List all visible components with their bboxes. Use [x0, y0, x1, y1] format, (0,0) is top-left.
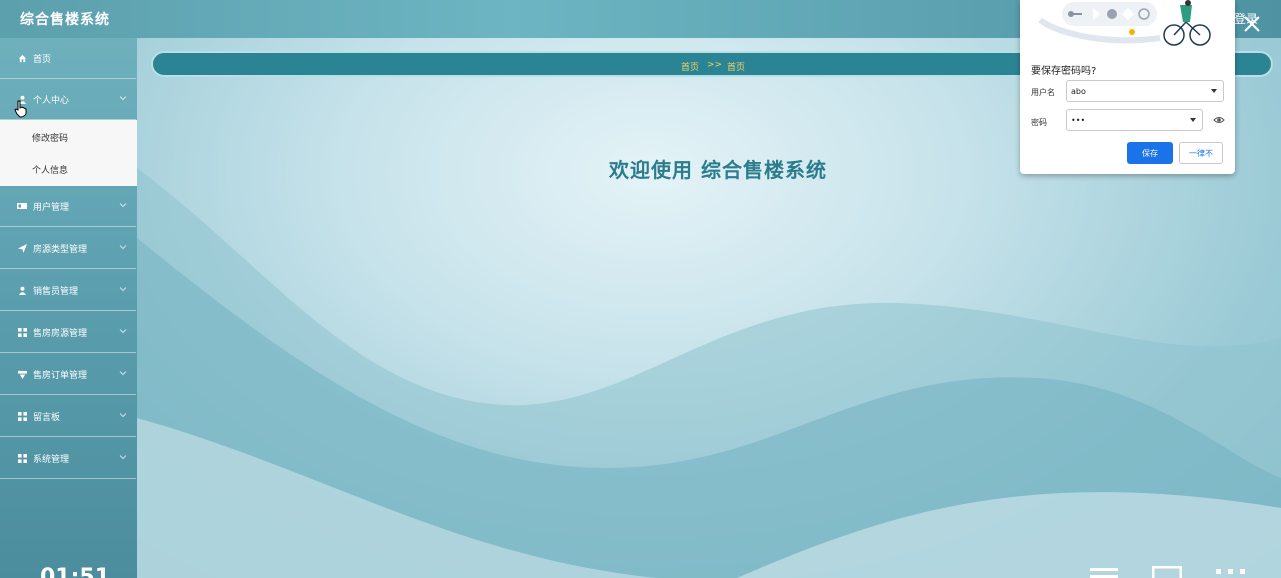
chevron-down-icon: [119, 203, 127, 208]
grid-icon: [17, 453, 27, 463]
eye-icon[interactable]: [1213, 115, 1225, 125]
breadcrumb-current: 首页: [727, 63, 746, 73]
sidebar: 首页 个人中心 修改密码 个人信息 用户管理 房源类型管理 销售员管理 售房房源…: [0, 38, 137, 578]
send-icon: [17, 243, 27, 253]
personal-center-submenu: 修改密码 个人信息: [0, 120, 137, 186]
dropdown-arrow-icon: [1211, 89, 1217, 93]
sidebar-item-message-board[interactable]: 留言板: [0, 396, 136, 437]
hand-cursor-icon: [14, 100, 27, 118]
sidebar-item-label: 首页: [33, 54, 52, 65]
breadcrumb-separator: >>: [707, 60, 723, 70]
username-value: abo: [1071, 86, 1086, 96]
chevron-down-icon: [119, 96, 127, 101]
sidebar-item-orders[interactable]: 售房订单管理: [0, 354, 136, 395]
dropdown-arrow-icon: [1190, 118, 1196, 122]
close-icon[interactable]: [1242, 14, 1262, 34]
window-icon[interactable]: [1152, 566, 1182, 578]
clock: 01:51: [40, 565, 111, 578]
username-select[interactable]: abo: [1066, 80, 1224, 102]
sidebar-item-label: 售房房源管理: [33, 328, 88, 339]
sidebar-item-home[interactable]: 首页: [0, 38, 136, 79]
chevron-down-icon: [119, 245, 127, 250]
welcome-title: 欢迎使用 综合售楼系统: [609, 158, 827, 182]
breadcrumb-home[interactable]: 首页: [681, 60, 699, 73]
user-icon: [17, 285, 27, 295]
sidebar-item-house-type[interactable]: 房源类型管理: [0, 228, 136, 269]
sidebar-item-label: 销售员管理: [33, 286, 79, 297]
submenu-item-profile[interactable]: 个人信息: [32, 163, 68, 176]
sidebar-item-salesperson[interactable]: 销售员管理: [0, 270, 136, 311]
password-label: 密码: [1031, 118, 1047, 127]
never-button[interactable]: 一律不: [1179, 142, 1223, 164]
popup-title: 要保存密码吗?: [1031, 66, 1097, 77]
home-icon: [17, 53, 27, 63]
grid-dots-icon[interactable]: [1214, 566, 1248, 578]
password-illustration: [1038, 0, 1211, 46]
chevron-down-icon: [119, 413, 127, 418]
save-button[interactable]: 保存: [1127, 142, 1173, 164]
chevron-down-icon: [119, 455, 127, 460]
sidebar-item-house-listing[interactable]: 售房房源管理: [0, 312, 136, 353]
sidebar-item-label: 个人中心: [33, 95, 70, 106]
chevron-down-icon: [119, 329, 127, 334]
sidebar-item-label: 房源类型管理: [33, 244, 88, 255]
app-title: 综合售楼系统: [20, 12, 110, 28]
sidebar-item-label: 系统管理: [33, 454, 70, 465]
username-label: 用户名: [1031, 88, 1055, 97]
menu-lines-icon[interactable]: [1090, 566, 1120, 578]
sidebar-item-user-management[interactable]: 用户管理: [0, 186, 136, 227]
order-icon: [17, 369, 27, 379]
sidebar-item-label: 用户管理: [33, 202, 70, 213]
sidebar-item-label: 售房订单管理: [33, 370, 88, 381]
password-value: •••: [1071, 115, 1086, 125]
password-select[interactable]: •••: [1066, 109, 1203, 131]
grid-icon: [17, 411, 27, 421]
submenu-item-change-password[interactable]: 修改密码: [32, 131, 68, 144]
id-card-icon: [17, 201, 27, 211]
chevron-down-icon: [119, 371, 127, 376]
grid-icon: [17, 327, 27, 337]
save-password-popup: 要保存密码吗? 用户名 abo 密码 ••• 保存 一律不: [1020, 0, 1235, 174]
chevron-down-icon: [119, 287, 127, 292]
sidebar-item-label: 留言板: [33, 412, 61, 423]
sidebar-item-system[interactable]: 系统管理: [0, 438, 136, 479]
